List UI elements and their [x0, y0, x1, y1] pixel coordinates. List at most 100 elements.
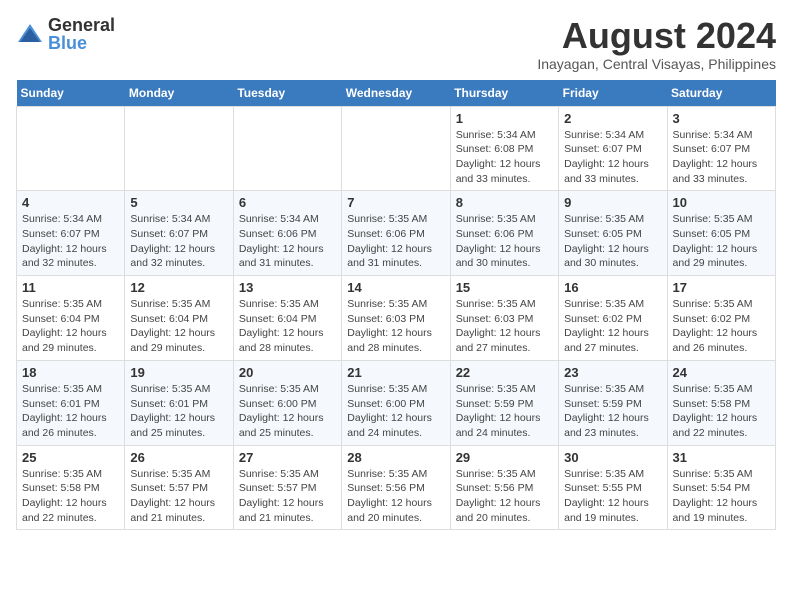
calendar-cell: 22Sunrise: 5:35 AM Sunset: 5:59 PM Dayli…: [450, 360, 558, 445]
day-info: Sunrise: 5:35 AM Sunset: 6:05 PM Dayligh…: [673, 212, 770, 271]
day-number: 16: [564, 280, 661, 295]
title-section: August 2024 Inayagan, Central Visayas, P…: [537, 16, 776, 72]
day-number: 25: [22, 450, 119, 465]
calendar-week-1: 1Sunrise: 5:34 AM Sunset: 6:08 PM Daylig…: [17, 106, 776, 191]
calendar-week-5: 25 Sunrise: 5:35 AM Sunset: 5:58 PM Dayli…: [17, 445, 776, 530]
calendar-cell: [233, 106, 341, 191]
day-number: 17: [673, 280, 770, 295]
weekday-header-wednesday: Wednesday: [342, 80, 450, 107]
weekday-header-sunday: Sunday: [17, 80, 125, 107]
day-number: 28: [347, 450, 444, 465]
day-info: Sunrise: 5:35 AM Sunset: 6:02 PM Dayligh…: [673, 297, 770, 356]
day-number: 7: [347, 195, 444, 210]
calendar-cell: 1Sunrise: 5:34 AM Sunset: 6:08 PM Daylig…: [450, 106, 558, 191]
calendar-cell: 3 Sunrise: 5:34 AM Sunset: 6:07 PM Daylig…: [667, 106, 775, 191]
day-number: 5: [130, 195, 227, 210]
day-number: 30: [564, 450, 661, 465]
main-title: August 2024: [537, 16, 776, 56]
calendar-cell: [342, 106, 450, 191]
day-number: 23: [564, 365, 661, 380]
calendar-cell: 28Sunrise: 5:35 AM Sunset: 5:56 PM Dayli…: [342, 445, 450, 530]
day-number: 15: [456, 280, 553, 295]
day-info: Sunrise: 5:35 AM Sunset: 6:02 PM Dayligh…: [564, 297, 661, 356]
day-number: 2: [564, 111, 661, 126]
logo-icon: [16, 22, 44, 46]
weekday-header-row: SundayMondayTuesdayWednesdayThursdayFrid…: [17, 80, 776, 107]
calendar-table: SundayMondayTuesdayWednesdayThursdayFrid…: [16, 80, 776, 531]
day-info: Sunrise: 5:35 AM Sunset: 5:59 PM Dayligh…: [564, 382, 661, 441]
weekday-header-thursday: Thursday: [450, 80, 558, 107]
day-number: 8: [456, 195, 553, 210]
weekday-header-monday: Monday: [125, 80, 233, 107]
calendar-cell: 26 Sunrise: 5:35 AM Sunset: 5:57 PM Dayli…: [125, 445, 233, 530]
weekday-header-tuesday: Tuesday: [233, 80, 341, 107]
day-info: Sunrise: 5:34 AM Sunset: 6:06 PM Dayligh…: [239, 212, 336, 271]
day-info: Sunrise: 5:35 AM Sunset: 6:06 PM Dayligh…: [347, 212, 444, 271]
calendar-cell: 18 Sunrise: 5:35 AM Sunset: 6:01 PM Dayli…: [17, 360, 125, 445]
day-number: 24: [673, 365, 770, 380]
day-number: 29: [456, 450, 553, 465]
day-number: 3: [673, 111, 770, 126]
calendar-cell: 24 Sunrise: 5:35 AM Sunset: 5:58 PM Dayli…: [667, 360, 775, 445]
calendar-cell: 27 Sunrise: 5:35 AM Sunset: 5:57 PM Dayli…: [233, 445, 341, 530]
day-number: 21: [347, 365, 444, 380]
day-number: 20: [239, 365, 336, 380]
day-info: Sunrise: 5:34 AM Sunset: 6:07 PM Dayligh…: [130, 212, 227, 271]
logo-blue-text: Blue: [48, 34, 115, 52]
logo: General Blue: [16, 16, 115, 52]
calendar-cell: 7 Sunrise: 5:35 AM Sunset: 6:06 PM Daylig…: [342, 191, 450, 276]
calendar-cell: 10 Sunrise: 5:35 AM Sunset: 6:05 PM Dayli…: [667, 191, 775, 276]
day-number: 26: [130, 450, 227, 465]
calendar-cell: 16 Sunrise: 5:35 AM Sunset: 6:02 PM Dayli…: [559, 276, 667, 361]
day-info: Sunrise: 5:35 AM Sunset: 5:54 PM Dayligh…: [673, 467, 770, 526]
day-info: Sunrise: 5:35 AM Sunset: 5:59 PM Dayligh…: [456, 382, 553, 441]
calendar-cell: 17 Sunrise: 5:35 AM Sunset: 6:02 PM Dayli…: [667, 276, 775, 361]
day-info: Sunrise: 5:35 AM Sunset: 5:57 PM Dayligh…: [239, 467, 336, 526]
day-info: Sunrise: 5:35 AM Sunset: 5:58 PM Dayligh…: [673, 382, 770, 441]
calendar-cell: [17, 106, 125, 191]
day-info: Sunrise: 5:35 AM Sunset: 6:01 PM Dayligh…: [130, 382, 227, 441]
day-info: Sunrise: 5:35 AM Sunset: 6:04 PM Dayligh…: [239, 297, 336, 356]
day-number: 10: [673, 195, 770, 210]
day-number: 9: [564, 195, 661, 210]
calendar-cell: 6 Sunrise: 5:34 AM Sunset: 6:06 PM Daylig…: [233, 191, 341, 276]
day-info: Sunrise: 5:34 AM Sunset: 6:07 PM Dayligh…: [673, 128, 770, 187]
calendar-cell: 14Sunrise: 5:35 AM Sunset: 6:03 PM Dayli…: [342, 276, 450, 361]
day-info: Sunrise: 5:35 AM Sunset: 6:03 PM Dayligh…: [456, 297, 553, 356]
calendar-cell: 2 Sunrise: 5:34 AM Sunset: 6:07 PM Daylig…: [559, 106, 667, 191]
calendar-cell: 25 Sunrise: 5:35 AM Sunset: 5:58 PM Dayli…: [17, 445, 125, 530]
calendar-cell: 30 Sunrise: 5:35 AM Sunset: 5:55 PM Dayli…: [559, 445, 667, 530]
calendar-cell: 4Sunrise: 5:34 AM Sunset: 6:07 PM Daylig…: [17, 191, 125, 276]
day-number: 6: [239, 195, 336, 210]
calendar-cell: 20 Sunrise: 5:35 AM Sunset: 6:00 PM Dayli…: [233, 360, 341, 445]
day-number: 11: [22, 280, 119, 295]
day-number: 31: [673, 450, 770, 465]
weekday-header-friday: Friday: [559, 80, 667, 107]
calendar-cell: 19Sunrise: 5:35 AM Sunset: 6:01 PM Dayli…: [125, 360, 233, 445]
day-info: Sunrise: 5:35 AM Sunset: 5:57 PM Dayligh…: [130, 467, 227, 526]
weekday-header-saturday: Saturday: [667, 80, 775, 107]
day-number: 1: [456, 111, 553, 126]
calendar-cell: 11 Sunrise: 5:35 AM Sunset: 6:04 PM Dayli…: [17, 276, 125, 361]
calendar-cell: 13Sunrise: 5:35 AM Sunset: 6:04 PM Dayli…: [233, 276, 341, 361]
day-number: 12: [130, 280, 227, 295]
day-info: Sunrise: 5:35 AM Sunset: 6:01 PM Dayligh…: [22, 382, 119, 441]
calendar-cell: 9Sunrise: 5:35 AM Sunset: 6:05 PM Daylig…: [559, 191, 667, 276]
subtitle: Inayagan, Central Visayas, Philippines: [537, 56, 776, 72]
logo-general-text: General: [48, 16, 115, 34]
calendar-cell: 21 Sunrise: 5:35 AM Sunset: 6:00 PM Dayli…: [342, 360, 450, 445]
calendar-cell: 31 Sunrise: 5:35 AM Sunset: 5:54 PM Dayli…: [667, 445, 775, 530]
day-info: Sunrise: 5:35 AM Sunset: 6:00 PM Dayligh…: [239, 382, 336, 441]
day-number: 18: [22, 365, 119, 380]
day-number: 27: [239, 450, 336, 465]
day-number: 4: [22, 195, 119, 210]
day-info: Sunrise: 5:35 AM Sunset: 5:55 PM Dayligh…: [564, 467, 661, 526]
day-info: Sunrise: 5:35 AM Sunset: 6:04 PM Dayligh…: [22, 297, 119, 356]
calendar-cell: 12Sunrise: 5:35 AM Sunset: 6:04 PM Dayli…: [125, 276, 233, 361]
calendar-cell: 23 Sunrise: 5:35 AM Sunset: 5:59 PM Dayli…: [559, 360, 667, 445]
day-info: Sunrise: 5:35 AM Sunset: 5:58 PM Dayligh…: [22, 467, 119, 526]
day-info: Sunrise: 5:35 AM Sunset: 6:00 PM Dayligh…: [347, 382, 444, 441]
page-header: General Blue August 2024 Inayagan, Centr…: [16, 16, 776, 72]
calendar-cell: 15 Sunrise: 5:35 AM Sunset: 6:03 PM Dayli…: [450, 276, 558, 361]
day-info: Sunrise: 5:34 AM Sunset: 6:07 PM Dayligh…: [564, 128, 661, 187]
